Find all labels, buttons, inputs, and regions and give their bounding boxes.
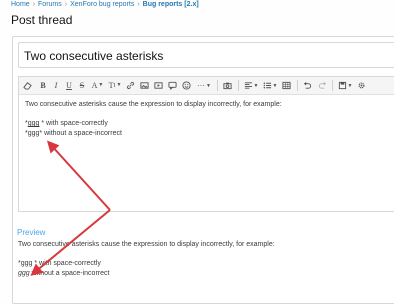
- redo-icon[interactable]: [317, 77, 328, 94]
- breadcrumb-separator: ›: [32, 1, 36, 8]
- drafts-icon[interactable]: ▼: [337, 77, 353, 94]
- image-icon[interactable]: [139, 77, 150, 94]
- toolbar-divider: [297, 80, 298, 91]
- breadcrumb-home[interactable]: Home: [11, 1, 30, 8]
- breadcrumb: Home › Forums › XenForo bug reports › Bug repo…: [11, 0, 199, 10]
- strikethrough-icon[interactable]: S: [77, 77, 87, 94]
- rich-text-editor[interactable]: B I U S A ▼ T I ▼ ··· ▼ ▼ ▼ ▼ Two consec…: [18, 76, 394, 212]
- camera-icon[interactable]: [222, 77, 233, 94]
- toolbar-divider: [332, 80, 333, 91]
- page-title: Post thread: [11, 13, 73, 27]
- eraser-icon[interactable]: [22, 77, 33, 94]
- font-size-icon[interactable]: T I ▼: [107, 77, 123, 94]
- preview-line-intro: Two consecutive asterisks cause the expr…: [18, 241, 275, 248]
- breadcrumb-bug-reports[interactable]: Bug reports [2.x]: [143, 1, 199, 8]
- settings-icon[interactable]: [356, 77, 367, 94]
- editor-content[interactable]: Two consecutive asterisks cause the expr…: [25, 100, 394, 138]
- list-icon[interactable]: ▼: [262, 77, 278, 94]
- thread-title-input[interactable]: Two consecutive asterisks: [18, 42, 394, 68]
- smilie-icon[interactable]: [181, 77, 192, 94]
- more-icon[interactable]: ··· ▼: [196, 77, 212, 94]
- editor-line-without-space: *ggg* without a space-incorrect: [25, 129, 122, 137]
- toolbar-divider: [238, 80, 239, 91]
- preview-content: Two consecutive asterisks cause the expr…: [18, 240, 275, 278]
- align-icon[interactable]: ▼: [243, 77, 259, 94]
- preview-label: Preview: [17, 228, 46, 237]
- table-icon[interactable]: [281, 77, 292, 94]
- italic-icon[interactable]: I: [51, 77, 61, 94]
- toolbar-divider: [217, 80, 218, 91]
- editor-toolbar: B I U S A ▼ T I ▼ ··· ▼ ▼ ▼ ▼: [19, 77, 394, 95]
- undo-icon[interactable]: [302, 77, 313, 94]
- media-icon[interactable]: [153, 77, 164, 94]
- text-color-icon[interactable]: A ▼: [90, 77, 105, 94]
- underline-icon[interactable]: U: [64, 77, 74, 94]
- quote-icon[interactable]: [167, 77, 178, 94]
- preview-line-without-space: ggg without a space-incorrect: [18, 269, 110, 277]
- breadcrumb-xenforo-bug-reports[interactable]: XenForo bug reports: [70, 1, 134, 8]
- breadcrumb-forums[interactable]: Forums: [38, 1, 62, 8]
- editor-line-with-space: *ggg * with space-correctly: [25, 120, 108, 127]
- editor-line-intro: Two consecutive asterisks cause the expr…: [25, 101, 282, 108]
- breadcrumb-separator: ›: [137, 1, 140, 8]
- link-icon[interactable]: [125, 77, 136, 94]
- bold-icon[interactable]: B: [38, 77, 48, 94]
- breadcrumb-separator: ›: [64, 1, 68, 8]
- preview-line-with-space: *ggg * with space-correctly: [18, 260, 101, 267]
